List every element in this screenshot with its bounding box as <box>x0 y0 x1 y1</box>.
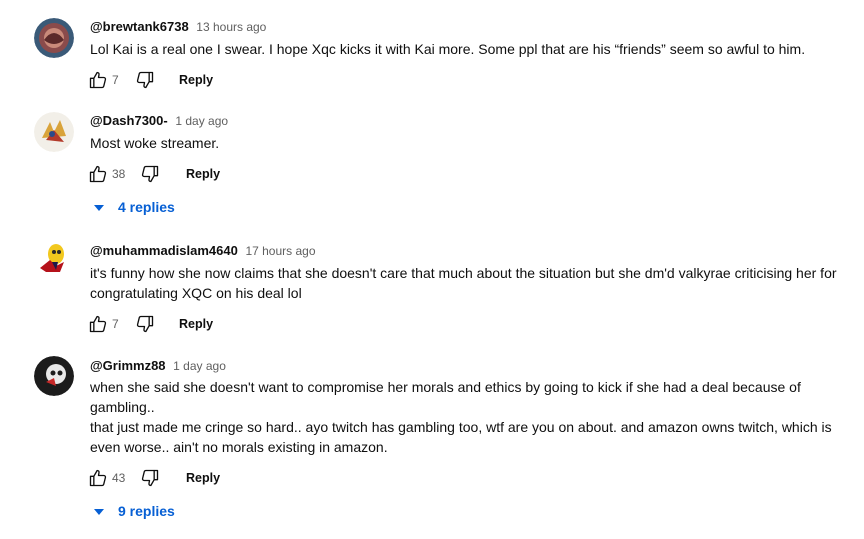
comment-text: when she said she doesn't want to compro… <box>90 377 850 457</box>
thumbs-up-icon[interactable] <box>88 164 108 184</box>
comment-actions: 7 Reply <box>88 314 388 338</box>
reply-button[interactable]: Reply <box>186 167 220 181</box>
replies-label: 9 replies <box>118 503 175 519</box>
comment-line: Most woke streamer. <box>90 135 220 151</box>
thumbs-down-icon[interactable] <box>135 314 155 334</box>
replies-label: 4 replies <box>118 199 175 215</box>
comment-line: when she said she doesn't want to compro… <box>90 379 801 395</box>
like-count: 43 <box>112 471 126 485</box>
caret-down-icon <box>94 509 104 516</box>
comment-time[interactable]: 1 day ago <box>175 114 228 128</box>
comment-line: that just made me cringe so hard.. ayo t… <box>90 419 832 435</box>
comment-actions: 7 Reply <box>88 70 388 94</box>
comment-header: @muhammadislam4640 17 hours ago <box>90 243 316 258</box>
comment-line: it's funny how she now claims that she d… <box>90 265 837 281</box>
avatar[interactable] <box>34 356 74 396</box>
like-count: 7 <box>112 317 119 331</box>
comment-header: @Dash7300- 1 day ago <box>90 113 228 128</box>
comment-author[interactable]: @muhammadislam4640 <box>90 243 238 258</box>
comment-actions: 38 Reply <box>88 164 388 188</box>
reply-button[interactable]: Reply <box>179 73 213 87</box>
comment-line: even worse.. ain't no morals existing in… <box>90 439 388 455</box>
comment-time[interactable]: 17 hours ago <box>245 244 315 258</box>
comment-header: @brewtank6738 13 hours ago <box>90 19 266 34</box>
comment-author[interactable]: @Dash7300- <box>90 113 168 128</box>
thumbs-up-icon[interactable] <box>88 314 108 334</box>
reply-button[interactable]: Reply <box>179 317 213 331</box>
comment-line: gambling.. <box>90 399 155 415</box>
thumbs-up-icon[interactable] <box>88 468 108 488</box>
like-count: 38 <box>112 167 126 181</box>
thumbs-up-icon[interactable] <box>88 70 108 90</box>
like-count: 7 <box>112 73 119 87</box>
comment-text: it's funny how she now claims that she d… <box>90 263 850 303</box>
comment-author[interactable]: @brewtank6738 <box>90 19 189 34</box>
avatar[interactable] <box>34 18 74 58</box>
comment-author[interactable]: @Grimmz88 <box>90 358 166 373</box>
view-replies-button[interactable]: 9 replies <box>94 503 175 525</box>
view-replies-button[interactable]: 4 replies <box>94 199 175 221</box>
reply-button[interactable]: Reply <box>186 471 220 485</box>
comment-time[interactable]: 13 hours ago <box>196 20 266 34</box>
avatar[interactable] <box>34 112 74 152</box>
avatar[interactable] <box>34 238 74 278</box>
thumbs-down-icon[interactable] <box>140 164 160 184</box>
caret-down-icon <box>94 205 104 212</box>
thumbs-down-icon[interactable] <box>135 70 155 90</box>
thumbs-down-icon[interactable] <box>140 468 160 488</box>
comment-line: Lol Kai is a real one I swear. I hope Xq… <box>90 41 806 57</box>
comment-text: Most woke streamer. <box>90 133 850 153</box>
comment-time[interactable]: 1 day ago <box>173 359 226 373</box>
comment-header: @Grimmz88 1 day ago <box>90 358 226 373</box>
comment-actions: 43 Reply <box>88 468 388 492</box>
comment-text: Lol Kai is a real one I swear. I hope Xq… <box>90 39 850 59</box>
comment-line: congratulating XQC on his deal lol <box>90 285 302 301</box>
